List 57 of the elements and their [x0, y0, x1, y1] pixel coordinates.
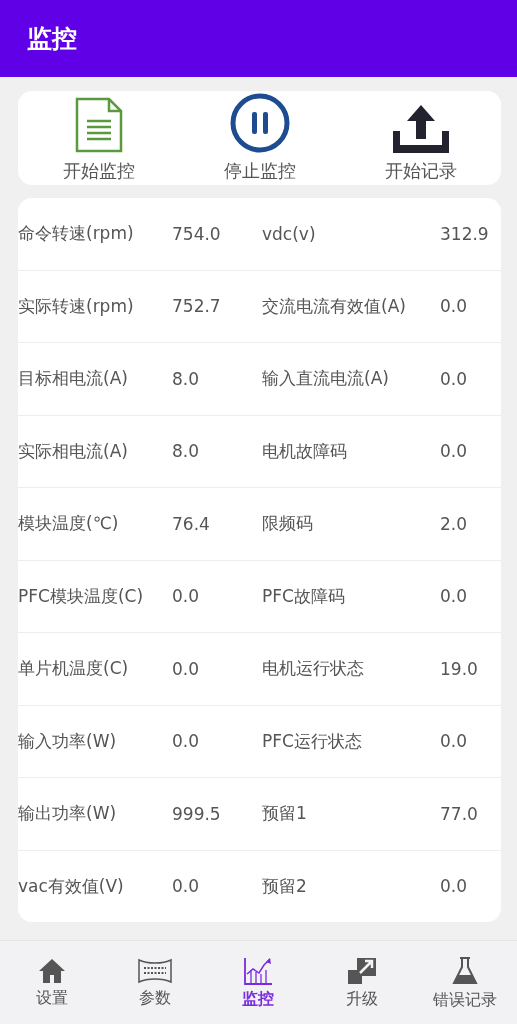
reading-label: 预留1 — [262, 802, 308, 826]
flask-icon — [452, 955, 479, 986]
reading-value: 312.9 — [440, 223, 490, 244]
chart-icon — [243, 956, 274, 985]
reading-value: 19.0 — [440, 658, 479, 679]
reading-label: 输出功率(W) — [18, 802, 118, 826]
app-bar-title: 监控 — [27, 23, 77, 55]
reading-label: 交流电流有效值(A) — [262, 294, 407, 318]
reading-value: 0.0 — [172, 658, 201, 679]
reading-value: 754.0 — [172, 223, 222, 244]
reading-value: 0.0 — [440, 368, 469, 389]
nav-tab[interactable]: 参数 — [103, 941, 207, 1024]
reading-value: 76.4 — [172, 513, 211, 534]
reading-label: PFC运行状态 — [262, 729, 363, 753]
reading-label: 实际相电流(A) — [18, 439, 129, 463]
reading-value: 0.0 — [440, 731, 469, 752]
pause-icon — [229, 93, 290, 153]
reading-value: 8.0 — [172, 368, 201, 389]
nav-tab[interactable]: 监控 — [206, 941, 311, 1024]
reading-label: 电机故障码 — [262, 439, 348, 463]
reading-label: vac有效值(V) — [18, 874, 125, 898]
reading-value: 0.0 — [440, 296, 469, 317]
reading-value: 8.0 — [172, 441, 201, 462]
reading-value: 0.0 — [440, 441, 469, 462]
reading-value: 0.0 — [172, 586, 201, 607]
reading-value: 77.0 — [440, 803, 479, 824]
reading-label: 电机运行状态 — [262, 657, 365, 681]
reading-value: 0.0 — [440, 586, 469, 607]
reading-label: 命令转速(rpm) — [18, 222, 135, 246]
reading-label: 输入功率(W) — [18, 729, 118, 753]
reading-label: 实际转速(rpm) — [18, 294, 135, 318]
reading-label: 目标相电流(A) — [18, 367, 129, 391]
reading-label: 模块温度(℃) — [18, 512, 120, 536]
binary-ribbon-icon — [137, 957, 174, 984]
reading-label: 单片机温度(C) — [18, 657, 130, 681]
action-button[interactable]: 开始监控 — [18, 91, 179, 185]
nav-tab[interactable]: 错误记录 — [413, 941, 517, 1024]
reading-value: 752.7 — [172, 296, 222, 317]
reading-value: 0.0 — [440, 876, 469, 897]
nav-tab[interactable]: 设置 — [0, 941, 104, 1024]
reading-value: 999.5 — [172, 803, 222, 824]
reading-value: 0.0 — [172, 876, 201, 897]
upgrade-icon — [346, 956, 377, 985]
reading-label: 输入直流电流(A) — [262, 367, 390, 391]
reading-label: 限频码 — [262, 512, 314, 536]
reading-value: 0.0 — [172, 731, 201, 752]
reading-label: vdc(v) — [262, 223, 317, 244]
action-button[interactable]: 开始记录 — [340, 91, 501, 185]
reading-label: PFC故障码 — [262, 584, 346, 608]
reading-value: 2.0 — [440, 513, 469, 534]
reading-label: 预留2 — [262, 874, 308, 898]
action-button[interactable]: 停止监控 — [179, 91, 340, 185]
home-icon — [37, 957, 66, 984]
reading-label: PFC模块温度(C) — [18, 584, 145, 608]
document-icon — [74, 97, 123, 153]
upload-icon — [392, 105, 449, 153]
nav-tab[interactable]: 升级 — [310, 941, 414, 1024]
